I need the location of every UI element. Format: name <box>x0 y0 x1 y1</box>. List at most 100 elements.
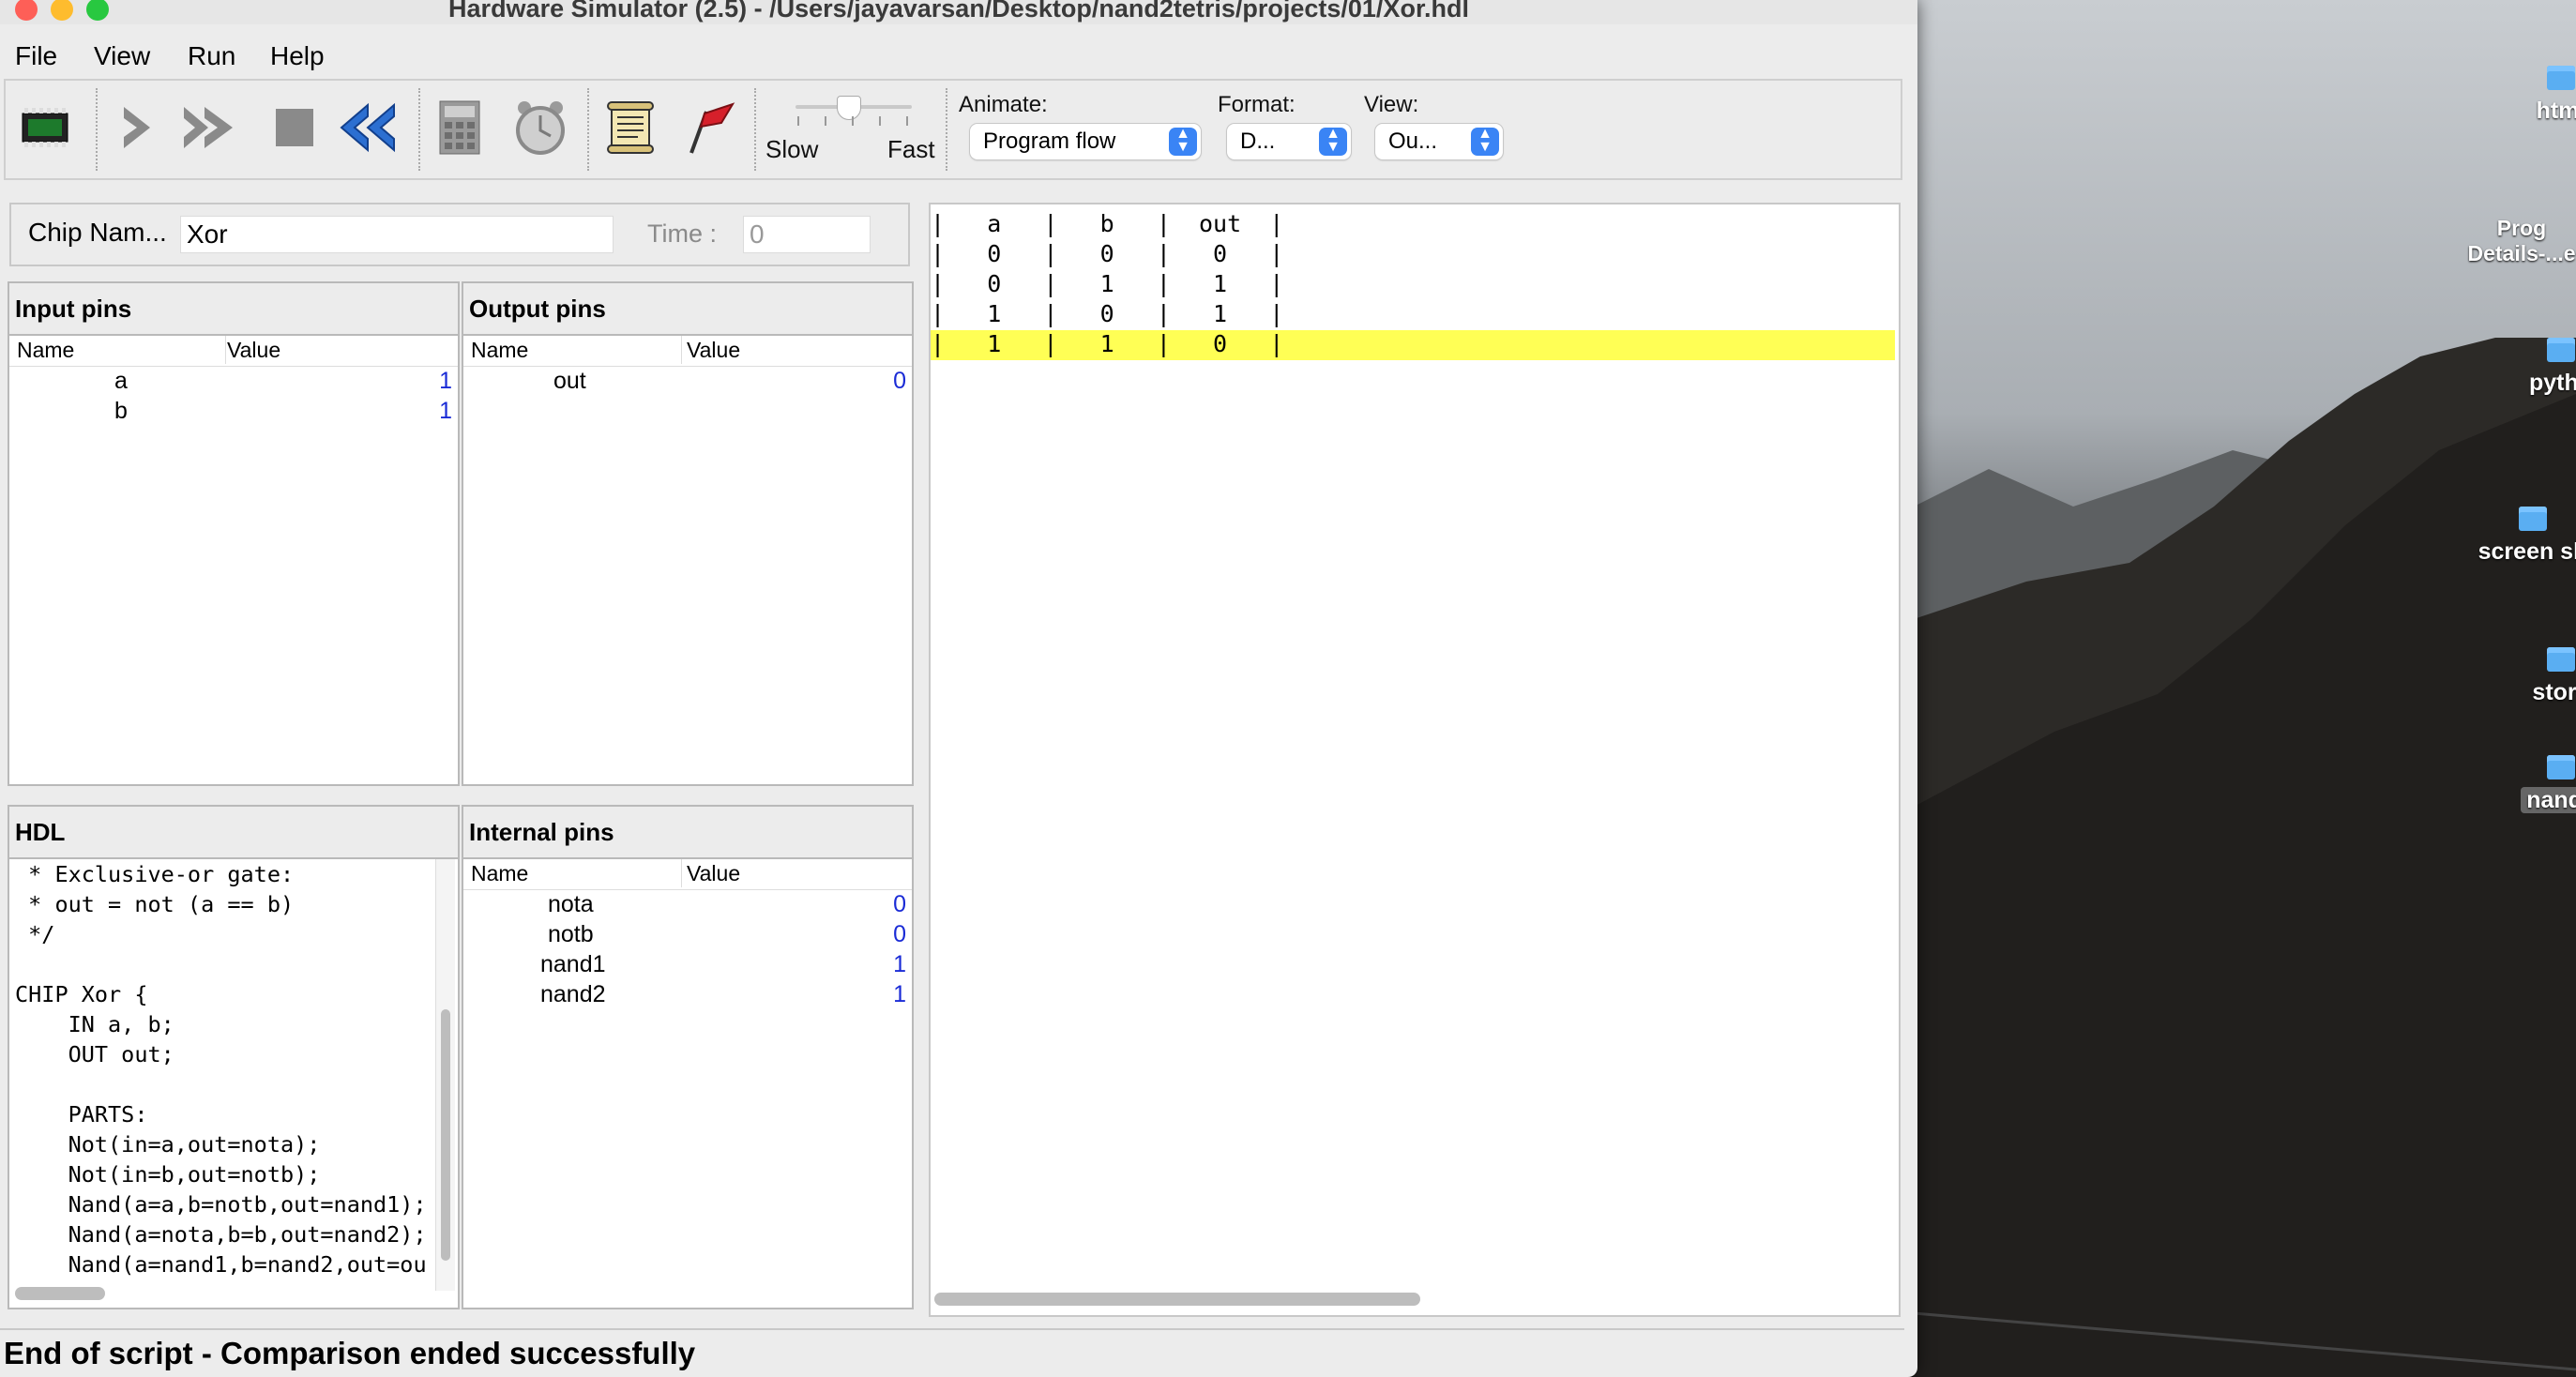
hdl-title: HDL <box>9 807 458 859</box>
toolbar-separator <box>96 88 99 171</box>
comparison-line-highlighted: | 1 | 1 | 0 | <box>931 330 1895 360</box>
fast-forward-icon <box>184 107 233 148</box>
time-value: 0 <box>750 219 765 249</box>
menu-view[interactable]: View <box>94 41 150 71</box>
output-pins-title: Output pins <box>463 283 912 336</box>
menu-file[interactable]: File <box>15 41 57 71</box>
flag-icon <box>689 102 735 154</box>
folder-icon <box>2519 507 2547 531</box>
pin-name: b <box>114 398 128 424</box>
status-message: End of script - Comparison ended success… <box>4 1336 696 1370</box>
column-value-header: Value <box>227 338 281 362</box>
input-pins-panel: Input pins Name Value a 1 b 1 <box>8 281 460 786</box>
toolbar-separator <box>946 88 949 171</box>
hdl-vertical-scrollbar[interactable] <box>435 859 455 1291</box>
hardware-simulator-window: Hardware Simulator (2.5) - /Users/jayava… <box>0 0 1917 1377</box>
animate-label: Animate: <box>959 92 1048 117</box>
table-row[interactable]: b 1 <box>9 398 458 428</box>
format-select[interactable]: D... ▲ ▼ <box>1227 124 1351 159</box>
pin-value[interactable]: 1 <box>439 398 452 425</box>
speed-slow-label: Slow <box>765 135 819 163</box>
step-arrow-icon <box>124 107 150 148</box>
single-step-button[interactable] <box>107 98 167 158</box>
table-row[interactable]: nand1 1 <box>463 951 912 981</box>
pin-name: nota <box>548 891 594 917</box>
animate-select-value: Program flow <box>983 129 1116 154</box>
toolbar-separator <box>418 88 422 171</box>
rewind-icon <box>340 102 395 153</box>
hdl-horizontal-scrollbar[interactable] <box>15 1287 105 1300</box>
pin-name: nand2 <box>540 981 606 1007</box>
time-label: Time : <box>647 219 717 248</box>
reset-button[interactable] <box>338 98 398 158</box>
time-field: 0 <box>743 216 871 253</box>
chip-name-label: Chip Nam... <box>28 218 167 247</box>
comparison-header-line: | a | b | out | <box>931 210 1284 237</box>
script-button[interactable] <box>600 98 660 158</box>
column-name-header: Name <box>17 338 75 362</box>
format-select-value: D... <box>1240 129 1276 154</box>
table-row[interactable]: nand2 1 <box>463 981 912 1011</box>
window-title: Hardware Simulator (2.5) - /Users/jayava… <box>448 0 1469 23</box>
table-row[interactable]: a 1 <box>9 368 458 398</box>
internal-pins-title: Internal pins <box>463 807 912 859</box>
folder-icon <box>2547 755 2575 779</box>
stop-button[interactable] <box>265 98 325 158</box>
desktop-folder-icon[interactable]: story <box>2495 647 2576 706</box>
output-horizontal-scrollbar[interactable] <box>934 1293 1420 1306</box>
desktop-folder-icon[interactable]: html <box>2495 66 2576 125</box>
desktop-icon-label: Prog Details-...e <box>2467 216 2576 265</box>
script-scroll-icon <box>607 101 654 154</box>
hdl-code[interactable]: * Exclusive-or gate: * out = not (a == b… <box>15 859 428 1286</box>
hdl-panel: HDL * Exclusive-or gate: * out = not (a … <box>8 805 460 1309</box>
pin-value: 0 <box>893 368 906 394</box>
input-pins-header: Name Value <box>9 336 458 367</box>
toolbar-separator <box>587 88 591 171</box>
breakpoints-button[interactable] <box>677 98 737 158</box>
output-pins-header: Name Value <box>463 336 912 367</box>
clock-icon <box>516 101 565 155</box>
table-row[interactable]: nota 0 <box>463 891 912 921</box>
column-value-header: Value <box>687 861 741 885</box>
desktop-icon-label: story <box>2532 679 2576 705</box>
menu-bar: File View Run Help <box>0 34 1917 79</box>
select-arrows-icon: ▲ ▼ <box>1169 127 1197 156</box>
chip-name-field[interactable]: Xor <box>180 216 614 253</box>
stop-icon <box>276 109 313 146</box>
desktop-icon-label: nand2 <box>2521 787 2576 813</box>
format-label: Format: <box>1218 92 1296 117</box>
desktop-file-icon[interactable]: Prog Details-...e <box>2456 216 2576 266</box>
desktop-folder-icon[interactable]: nand2 <box>2495 755 2576 814</box>
view-select-value: Ou... <box>1388 129 1438 154</box>
pin-value[interactable]: 1 <box>439 368 452 395</box>
pin-name: nand1 <box>540 951 606 977</box>
eval-button[interactable] <box>430 98 490 158</box>
comparison-output-panel: | a | b | out | | 0 | 0 | 0 | | 0 | 1 | … <box>929 203 1901 1317</box>
run-button[interactable] <box>180 98 240 158</box>
desktop-folder-icon[interactable]: screen sh <box>2467 507 2576 566</box>
pin-name: a <box>114 368 128 394</box>
menu-run[interactable]: Run <box>188 41 235 71</box>
table-row[interactable]: notb 0 <box>463 921 912 951</box>
desktop-icon-label: screen sh <box>2478 538 2576 565</box>
chip-name-value: Xor <box>187 219 228 249</box>
tick-tock-button[interactable] <box>510 98 570 158</box>
chip-icon <box>22 108 68 147</box>
title-bar: Hardware Simulator (2.5) - /Users/jayava… <box>0 0 1917 24</box>
view-label: View: <box>1364 92 1419 117</box>
toolbar: Slow Fast Animate: Program flow ▲ ▼ Forma… <box>4 79 1902 180</box>
comparison-line: | 1 | 0 | 1 | <box>931 300 1284 327</box>
comparison-line: | 0 | 0 | 0 | <box>931 240 1284 267</box>
desktop-folder-icon[interactable]: pytho <box>2495 338 2576 397</box>
animate-select[interactable]: Program flow ▲ ▼ <box>970 124 1201 159</box>
status-bar: End of script - Comparison ended success… <box>0 1328 1904 1377</box>
load-chip-button[interactable] <box>15 98 75 158</box>
table-row[interactable]: out 0 <box>463 368 912 398</box>
folder-icon <box>2547 647 2575 672</box>
menu-help[interactable]: Help <box>270 41 325 71</box>
speed-slider[interactable] <box>792 94 914 131</box>
view-select[interactable]: Ou... ▲ ▼ <box>1375 124 1503 159</box>
pin-value: 1 <box>893 951 906 977</box>
folder-icon <box>2547 338 2575 362</box>
internal-pins-panel: Internal pins Name Value nota 0 notb 0 n… <box>462 805 914 1309</box>
